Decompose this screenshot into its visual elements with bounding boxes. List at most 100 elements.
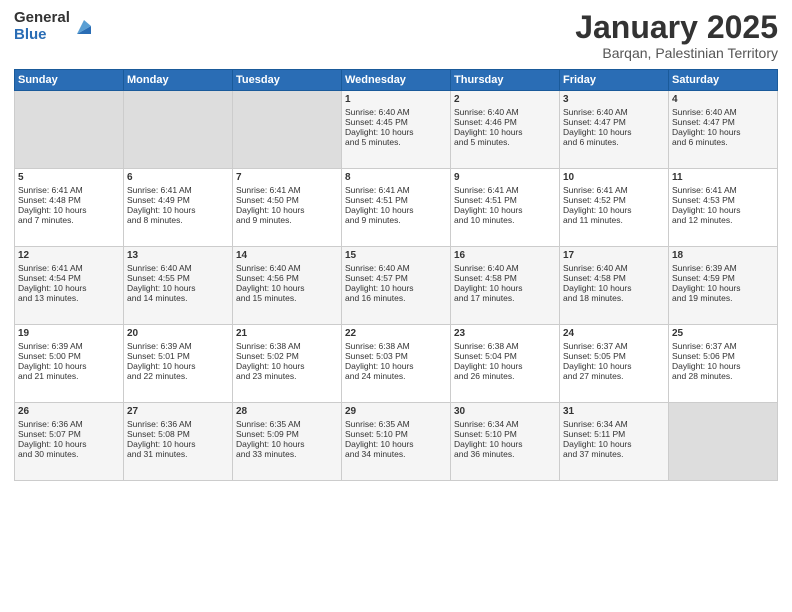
day-info: Daylight: 10 hours: [345, 205, 447, 215]
day-info: Sunset: 4:56 PM: [236, 273, 338, 283]
day-info: and 19 minutes.: [672, 293, 774, 303]
calendar-week-2: 5Sunrise: 6:41 AMSunset: 4:48 PMDaylight…: [15, 169, 778, 247]
day-info: Sunrise: 6:41 AM: [18, 263, 120, 273]
calendar-cell: 11Sunrise: 6:41 AMSunset: 4:53 PMDayligh…: [669, 169, 778, 247]
day-info: and 34 minutes.: [345, 449, 447, 459]
day-info: and 33 minutes.: [236, 449, 338, 459]
day-info: and 15 minutes.: [236, 293, 338, 303]
col-thursday: Thursday: [451, 70, 560, 91]
day-info: Daylight: 10 hours: [345, 361, 447, 371]
day-info: Sunrise: 6:37 AM: [672, 341, 774, 351]
day-info: and 9 minutes.: [345, 215, 447, 225]
day-info: Sunset: 4:52 PM: [563, 195, 665, 205]
day-info: and 5 minutes.: [454, 137, 556, 147]
day-info: Daylight: 10 hours: [454, 205, 556, 215]
calendar-cell: 15Sunrise: 6:40 AMSunset: 4:57 PMDayligh…: [342, 247, 451, 325]
day-info: and 7 minutes.: [18, 215, 120, 225]
calendar-cell: 19Sunrise: 6:39 AMSunset: 5:00 PMDayligh…: [15, 325, 124, 403]
day-number: 20: [127, 328, 229, 339]
day-info: Daylight: 10 hours: [127, 283, 229, 293]
day-info: Daylight: 10 hours: [563, 205, 665, 215]
day-info: Daylight: 10 hours: [454, 439, 556, 449]
day-info: Sunset: 4:55 PM: [127, 273, 229, 283]
day-info: Daylight: 10 hours: [454, 361, 556, 371]
calendar-cell: 2Sunrise: 6:40 AMSunset: 4:46 PMDaylight…: [451, 91, 560, 169]
day-number: 15: [345, 250, 447, 261]
day-info: Sunrise: 6:41 AM: [454, 185, 556, 195]
day-info: and 26 minutes.: [454, 371, 556, 381]
day-info: Daylight: 10 hours: [563, 283, 665, 293]
day-info: Sunrise: 6:41 AM: [563, 185, 665, 195]
day-info: Sunset: 5:00 PM: [18, 351, 120, 361]
day-info: Daylight: 10 hours: [127, 439, 229, 449]
calendar-cell: 17 Sunrise: 6:40 AMSunset: 4:58 PMDayligh…: [560, 247, 669, 325]
day-number: 1: [345, 94, 447, 105]
day-info: Sunset: 5:06 PM: [672, 351, 774, 361]
calendar-cell: 27Sunrise: 6:36 AMSunset: 5:08 PMDayligh…: [124, 403, 233, 481]
day-number: 17: [563, 250, 665, 261]
calendar-cell: [15, 91, 124, 169]
day-info: Daylight: 10 hours: [236, 439, 338, 449]
calendar-cell: 13Sunrise: 6:40 AMSunset: 4:55 PMDayligh…: [124, 247, 233, 325]
day-info: Sunrise: 6:38 AM: [345, 341, 447, 351]
calendar-cell: 12Sunrise: 6:41 AMSunset: 4:54 PMDayligh…: [15, 247, 124, 325]
day-info: and 28 minutes.: [672, 371, 774, 381]
day-info: and 37 minutes.: [563, 449, 665, 459]
calendar-cell: 30Sunrise: 6:34 AMSunset: 5:10 PMDayligh…: [451, 403, 560, 481]
day-info: and 11 minutes.: [563, 215, 665, 225]
header-row: Sunday Monday Tuesday Wednesday Thursday…: [15, 70, 778, 91]
calendar-cell: 5Sunrise: 6:41 AMSunset: 4:48 PMDaylight…: [15, 169, 124, 247]
day-info: Sunset: 4:57 PM: [345, 273, 447, 283]
day-info: Sunset: 5:08 PM: [127, 429, 229, 439]
day-info: Sunset: 4:58 PM: [563, 273, 665, 283]
calendar-week-3: 12Sunrise: 6:41 AMSunset: 4:54 PMDayligh…: [15, 247, 778, 325]
day-info: Sunset: 5:10 PM: [454, 429, 556, 439]
day-number: 26: [18, 406, 120, 417]
day-info: Daylight: 10 hours: [236, 361, 338, 371]
day-number: 8: [345, 172, 447, 183]
calendar-cell: 25Sunrise: 6:37 AMSunset: 5:06 PMDayligh…: [669, 325, 778, 403]
calendar-cell: 29Sunrise: 6:35 AMSunset: 5:10 PMDayligh…: [342, 403, 451, 481]
calendar-table: Sunday Monday Tuesday Wednesday Thursday…: [14, 69, 778, 481]
day-info: Daylight: 10 hours: [345, 283, 447, 293]
day-number: 14: [236, 250, 338, 261]
day-number: 10: [563, 172, 665, 183]
day-info: Daylight: 10 hours: [236, 205, 338, 215]
calendar-cell: 31Sunrise: 6:34 AMSunset: 5:11 PMDayligh…: [560, 403, 669, 481]
calendar-cell: [669, 403, 778, 481]
day-info: Sunrise: 6:39 AM: [127, 341, 229, 351]
day-info: and 6 minutes.: [563, 137, 665, 147]
day-info: Sunrise: 6:40 AM: [127, 263, 229, 273]
day-info: Daylight: 10 hours: [345, 127, 447, 137]
day-info: and 36 minutes.: [454, 449, 556, 459]
location-text: Barqan, Palestinian Territory: [575, 45, 778, 61]
day-info: Sunrise: 6:34 AM: [563, 419, 665, 429]
day-info: Sunrise: 6:40 AM: [563, 263, 665, 273]
day-info: Daylight: 10 hours: [563, 439, 665, 449]
col-saturday: Saturday: [669, 70, 778, 91]
day-info: Daylight: 10 hours: [18, 361, 120, 371]
day-number: 29: [345, 406, 447, 417]
calendar-cell: 1 Sunrise: 6:40 AMSunset: 4:45 PMDaylight…: [342, 91, 451, 169]
day-info: and 5 minutes.: [345, 137, 447, 147]
day-number: 27: [127, 406, 229, 417]
day-info: Sunset: 4:59 PM: [672, 273, 774, 283]
calendar-cell: [233, 91, 342, 169]
calendar-cell: 14Sunrise: 6:40 AMSunset: 4:56 PMDayligh…: [233, 247, 342, 325]
day-info: and 21 minutes.: [18, 371, 120, 381]
calendar-cell: [124, 91, 233, 169]
col-monday: Monday: [124, 70, 233, 91]
day-info: Daylight: 10 hours: [672, 205, 774, 215]
day-info: Sunset: 5:03 PM: [345, 351, 447, 361]
day-info: Sunrise: 6:39 AM: [18, 341, 120, 351]
day-info: Sunrise: 6:41 AM: [236, 185, 338, 195]
calendar-week-5: 26Sunrise: 6:36 AMSunset: 5:07 PMDayligh…: [15, 403, 778, 481]
day-info: Sunrise: 6:41 AM: [672, 185, 774, 195]
day-info: Sunset: 4:45 PM: [345, 117, 447, 127]
day-info: and 18 minutes.: [563, 293, 665, 303]
day-info: Sunrise: 6:40 AM: [345, 107, 447, 117]
col-sunday: Sunday: [15, 70, 124, 91]
day-info: and 31 minutes.: [127, 449, 229, 459]
day-info: Daylight: 10 hours: [672, 283, 774, 293]
day-number: 18: [672, 250, 774, 261]
